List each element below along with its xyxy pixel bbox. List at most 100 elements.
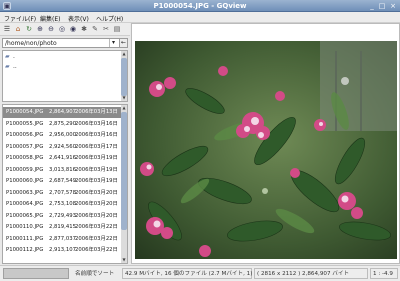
file-name: P1000111.JPG <box>6 235 44 242</box>
file-row[interactable]: P1000111.JPG 2,877,037 2006年03月22日 <box>3 234 123 245</box>
file-summary-status: 42.9 Mバイト, 16 個のファイル (2.7 Mバイト, 1) <box>122 268 252 279</box>
path-entry[interactable]: /home/non/photo ▾ ← <box>2 38 128 48</box>
image-viewer[interactable] <box>131 23 400 264</box>
file-row[interactable]: P1000065.JPG 2,729,493 2006年03月20日 <box>3 211 123 222</box>
menu-view[interactable]: 表示(V) <box>68 14 89 23</box>
file-date: 2006年03月19日 <box>75 166 118 173</box>
path-input[interactable]: /home/non/photo <box>5 40 57 47</box>
maximize-icon[interactable]: □ <box>378 2 386 10</box>
toolbar: ☰ ⌂ ↻ ⊕ ⊖ ◎ ◉ ✱ ✎ ✂ ▤ <box>0 23 130 36</box>
tools-icon[interactable]: ✂ <box>102 25 110 33</box>
file-row[interactable]: P1000057.JPG 2,924,560 2006年03月17日 <box>3 142 123 153</box>
file-row[interactable]: P1000054.JPG 2,864,907 2006年03月13日 <box>3 107 123 118</box>
progress-bar <box>3 268 69 279</box>
file-date: 2006年03月13日 <box>75 109 118 115</box>
zoom-status: 1 : -4.9 <box>370 268 398 279</box>
file-date: 2006年03月16日 <box>75 120 118 127</box>
file-row[interactable]: P1000055.JPG 2,875,290 2006年03月16日 <box>3 119 123 130</box>
home-icon[interactable]: ⌂ <box>14 25 22 33</box>
file-size: 2,753,108 <box>49 201 76 207</box>
zoom-1-1-icon[interactable]: ◎ <box>58 25 66 33</box>
file-row[interactable]: P1000056.JPG 2,956,000 2006年03月16日 <box>3 130 123 141</box>
sort-menu-button[interactable]: 名前順でソート <box>72 268 120 279</box>
file-date: 2006年03月22日 <box>75 235 118 242</box>
file-name: P1000110.JPG <box>6 224 44 230</box>
image-info-status: ( 2816 x 2112 ) 2,864,907 バイト <box>254 268 368 279</box>
file-size: 2,875,290 <box>49 120 76 127</box>
file-date: 2006年03月17日 <box>75 143 118 150</box>
file-date: 2006年03月22日 <box>75 247 118 253</box>
window-titlebar[interactable]: ▣ P1000054.JPG - GQview _ □ × <box>0 0 400 12</box>
file-scrollbar[interactable]: ▲ ▼ <box>121 105 127 263</box>
file-row[interactable]: P1000058.JPG 2,641,916 2006年03月19日 <box>3 153 123 164</box>
file-date: 2006年03月19日 <box>75 155 118 161</box>
close-icon[interactable]: × <box>389 2 397 10</box>
scroll-thumb[interactable] <box>121 112 127 230</box>
dir-item[interactable]: ▰. <box>5 53 15 61</box>
settings-icon[interactable]: ✱ <box>80 25 88 33</box>
menu-edit[interactable]: 編集(E) <box>40 14 60 23</box>
file-name: P1000057.JPG <box>6 143 44 150</box>
menu-help[interactable]: ヘルプ(H) <box>96 14 123 23</box>
dir-item[interactable]: ▰.. <box>5 63 17 71</box>
file-size: 2,877,037 <box>49 235 76 242</box>
file-name: P1000060.JPG <box>6 178 44 184</box>
photo-image <box>135 41 397 259</box>
file-name: P1000064.JPG <box>6 201 44 207</box>
dir-scrollbar[interactable]: ▲ ▼ <box>121 51 127 101</box>
file-name: P1000063.JPG <box>6 189 44 196</box>
file-size: 3,013,816 <box>49 166 76 173</box>
file-row[interactable]: P1000064.JPG 2,753,108 2006年03月20日 <box>3 199 123 210</box>
scroll-up-icon[interactable]: ▲ <box>121 105 127 111</box>
file-row[interactable]: P1000060.JPG 2,687,549 2006年03月19日 <box>3 176 123 187</box>
file-row[interactable]: P1000063.JPG 2,707,578 2006年03月20日 <box>3 188 123 199</box>
file-name: P1000056.JPG <box>6 132 44 138</box>
file-date: 2006年03月19日 <box>75 178 118 184</box>
zoom-out-icon[interactable]: ⊖ <box>47 25 55 33</box>
file-name: P1000054.JPG <box>6 109 44 115</box>
file-date: 2006年03月22日 <box>75 224 118 230</box>
thumbnails-toggle-icon[interactable]: ☰ <box>3 25 11 33</box>
file-date: 2006年03月20日 <box>75 212 118 219</box>
menubar: ファイル(F) 編集(E) 表示(V) ヘルプ(H) <box>0 12 400 23</box>
file-date: 2006年03月20日 <box>75 201 118 207</box>
chevron-down-icon[interactable]: ▾ <box>109 39 117 47</box>
zoom-fit-icon[interactable]: ◉ <box>69 25 77 33</box>
file-size: 2,707,578 <box>49 189 76 196</box>
file-date: 2006年03月16日 <box>75 132 118 138</box>
file-size: 2,864,907 <box>49 109 76 115</box>
file-name: P1000055.JPG <box>6 120 44 127</box>
file-size: 2,924,560 <box>49 143 76 150</box>
scroll-thumb[interactable] <box>121 58 127 96</box>
file-name: P1000059.JPG <box>6 166 44 173</box>
slideshow-icon[interactable]: ✎ <box>91 25 99 33</box>
folder-icon: ▰ <box>5 53 10 60</box>
file-size: 2,913,107 <box>49 247 76 253</box>
window-title: P1000054.JPG - GQview <box>153 2 247 10</box>
menu-file[interactable]: ファイル(F) <box>4 14 36 23</box>
statusbar: 名前順でソート 42.9 Mバイト, 16 個のファイル (2.7 Mバイト, … <box>0 265 400 281</box>
zoom-in-icon[interactable]: ⊕ <box>36 25 44 33</box>
file-row[interactable]: P1000110.JPG 2,819,415 2006年03月22日 <box>3 222 123 233</box>
directory-list[interactable]: ▰. ▰.. ▲ ▼ <box>2 50 128 102</box>
dir-item-label: . <box>13 53 15 60</box>
file-size: 2,729,493 <box>49 212 76 219</box>
file-name: P1000112.JPG <box>6 247 44 253</box>
refresh-icon[interactable]: ↻ <box>25 25 33 33</box>
file-row[interactable]: P1000112.JPG 2,913,107 2006年03月22日 <box>3 245 123 256</box>
minimize-icon[interactable]: _ <box>368 2 376 10</box>
file-name: P1000065.JPG <box>6 212 44 219</box>
file-date: 2006年03月20日 <box>75 189 118 196</box>
file-size: 2,687,549 <box>49 178 76 184</box>
file-list[interactable]: P1000054.JPG 2,864,907 2006年03月13日 P1000055… <box>2 104 128 264</box>
dir-item-label: .. <box>13 63 17 70</box>
file-size: 2,641,916 <box>49 155 76 161</box>
file-row[interactable]: P1000059.JPG 3,013,816 2006年03月19日 <box>3 165 123 176</box>
fullscreen-icon[interactable]: ▤ <box>113 25 121 33</box>
file-name: P1000058.JPG <box>6 155 44 161</box>
back-arrow-icon[interactable]: ← <box>119 38 128 48</box>
scroll-down-icon[interactable]: ▼ <box>121 257 127 263</box>
scroll-down-icon[interactable]: ▼ <box>121 95 127 101</box>
folder-up-icon: ▰ <box>5 63 10 70</box>
scroll-up-icon[interactable]: ▲ <box>121 51 127 57</box>
